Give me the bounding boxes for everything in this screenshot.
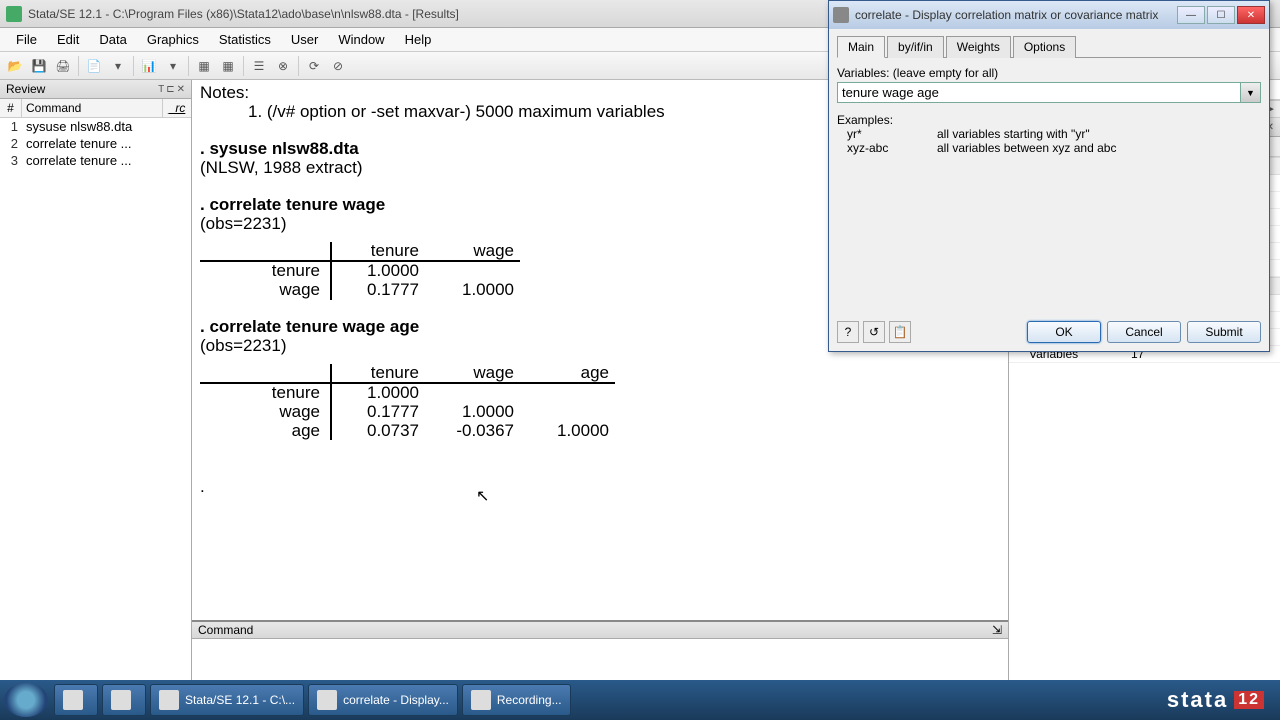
stata-icon xyxy=(159,690,179,710)
command-input[interactable] xyxy=(192,639,1008,657)
window-title: Stata/SE 12.1 - C:\Program Files (x86)\S… xyxy=(28,7,459,21)
save-icon[interactable]: 💾 xyxy=(28,55,50,77)
menu-edit[interactable]: Edit xyxy=(47,30,89,49)
data-editor-icon[interactable]: ▦ xyxy=(193,55,215,77)
menu-window[interactable]: Window xyxy=(328,30,394,49)
taskbar-item[interactable]: correlate - Display... xyxy=(308,684,458,716)
maximize-icon[interactable]: ☐ xyxy=(1207,6,1235,24)
review-row[interactable]: 3 correlate tenure ... xyxy=(0,152,191,169)
taskbar-item[interactable] xyxy=(54,684,98,716)
command-title: Command xyxy=(198,623,253,637)
review-row[interactable]: 2 correlate tenure ... xyxy=(0,135,191,152)
taskbar: Stata/SE 12.1 - C:\... correlate - Displ… xyxy=(0,680,1280,720)
variables-input[interactable] xyxy=(837,82,1241,103)
submit-button[interactable]: Submit xyxy=(1187,321,1261,343)
pin-icon[interactable]: ⊏ xyxy=(166,84,174,95)
taskbar-item[interactable]: Recording... xyxy=(462,684,571,716)
review-title: Review xyxy=(6,82,45,96)
tab-main[interactable]: Main xyxy=(837,36,885,58)
copy-icon[interactable]: 📋 xyxy=(889,321,911,343)
chevron-down-icon[interactable]: ▼ xyxy=(1241,82,1261,103)
variables-label: Variables: (leave empty for all) xyxy=(837,66,1261,80)
app-icon xyxy=(111,690,131,710)
tab-byifin[interactable]: by/if/in xyxy=(887,36,944,58)
menu-help[interactable]: Help xyxy=(395,30,442,49)
explorer-icon xyxy=(63,690,83,710)
dialog-icon xyxy=(317,690,337,710)
dialog-tabs: Main by/if/in Weights Options xyxy=(837,35,1261,58)
review-pane: Review T⊏✕ # Command _rc 1 sysuse nlsw88… xyxy=(0,80,192,680)
do-icon[interactable]: ▾ xyxy=(162,55,184,77)
app-icon xyxy=(6,6,22,22)
reset-icon[interactable]: ↺ xyxy=(863,321,885,343)
minimize-icon[interactable]: — xyxy=(1177,6,1205,24)
taskbar-item[interactable]: Stata/SE 12.1 - C:\... xyxy=(150,684,304,716)
vars-icon[interactable]: ☰ xyxy=(248,55,270,77)
review-header: # Command _rc xyxy=(0,99,191,118)
prompt: . xyxy=(200,478,1000,497)
menu-graphics[interactable]: Graphics xyxy=(137,30,209,49)
dialog-icon xyxy=(833,7,849,23)
start-button[interactable] xyxy=(4,683,48,717)
stop-icon[interactable]: ⊘ xyxy=(327,55,349,77)
taskbar-item[interactable] xyxy=(102,684,146,716)
close-icon[interactable]: ✕ xyxy=(1237,6,1265,24)
open-icon[interactable]: 📂 xyxy=(4,55,26,77)
help-icon[interactable]: ? xyxy=(837,321,859,343)
correlate-dialog[interactable]: correlate - Display correlation matrix o… xyxy=(828,0,1270,352)
menu-file[interactable]: File xyxy=(6,30,47,49)
record-icon xyxy=(471,690,491,710)
menu-data[interactable]: Data xyxy=(89,30,136,49)
pin-icon[interactable]: ⇲ xyxy=(992,623,1002,637)
ok-button[interactable]: OK xyxy=(1027,321,1101,343)
command-area: Command ⇲ xyxy=(192,620,1008,662)
print-icon[interactable]: 🖨 xyxy=(52,55,74,77)
dialog-titlebar[interactable]: correlate - Display correlation matrix o… xyxy=(829,1,1269,29)
stata-logo: stata 12 xyxy=(1167,687,1276,713)
menu-user[interactable]: User xyxy=(281,30,328,49)
close-icon[interactable]: ✕ xyxy=(177,84,185,95)
corr-table-3: tenure wage age tenure 1.0000 wage xyxy=(200,364,1000,441)
data-browser-icon[interactable]: ▦ xyxy=(217,55,239,77)
tab-options[interactable]: Options xyxy=(1013,36,1076,58)
examples-title: Examples: xyxy=(837,113,1261,127)
review-row[interactable]: 1 sysuse nlsw88.dta xyxy=(0,118,191,135)
graph-icon[interactable]: 📊 xyxy=(138,55,160,77)
filter-icon[interactable]: T xyxy=(158,84,164,95)
log-icon[interactable]: 📄 xyxy=(83,55,105,77)
clear-icon[interactable]: ⊗ xyxy=(272,55,294,77)
break-icon[interactable]: ⟳ xyxy=(303,55,325,77)
menu-statistics[interactable]: Statistics xyxy=(209,30,281,49)
tab-weights[interactable]: Weights xyxy=(946,36,1011,58)
dialog-title: correlate - Display correlation matrix o… xyxy=(855,8,1158,22)
cancel-button[interactable]: Cancel xyxy=(1107,321,1181,343)
viewer-icon[interactable]: ▾ xyxy=(107,55,129,77)
